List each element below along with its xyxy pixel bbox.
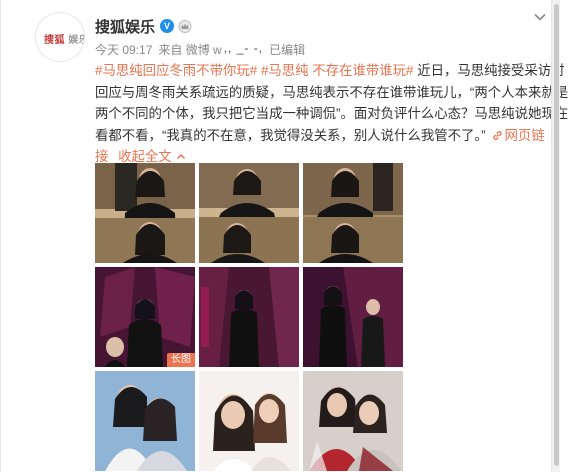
post-line: #马思纯回应冬雨不带你玩# #马思纯 不存在谁带谁玩# 近日，马思纯接受采访时 xyxy=(95,60,565,82)
edited-label: 已编辑 xyxy=(269,43,306,57)
photo-tile[interactable]: 长图 xyxy=(95,267,195,367)
crown-icon xyxy=(178,19,192,33)
hashtag-link[interactable]: #马思纯回应冬雨不带你玩# xyxy=(95,63,257,78)
interview-photo xyxy=(95,163,195,263)
link-icon xyxy=(492,130,502,140)
photo-tile[interactable] xyxy=(199,371,299,471)
photo-tile[interactable] xyxy=(199,163,299,263)
event-photo xyxy=(95,267,195,367)
scrollbar-thumb[interactable] xyxy=(554,4,559,466)
user-name-row: 搜狐娱乐 V xyxy=(95,16,192,36)
post-text-segment: 近日，马思纯接受采访时 xyxy=(413,63,565,78)
long-image-badge: 长图 xyxy=(167,353,195,367)
photo-tile[interactable] xyxy=(95,371,195,471)
post-meta: 今天 09:17 来自 微博 w ,, _- -, 已编辑 xyxy=(95,41,311,58)
event-photo xyxy=(199,267,299,367)
duo-photo xyxy=(199,371,299,471)
web-link[interactable]: 网页链 xyxy=(492,128,545,143)
chevron-down-icon[interactable] xyxy=(533,12,547,22)
post-line: 两个不同的个体，我只把它当成一种调侃”。面对负评什么心态？马思纯说她现在 xyxy=(95,103,568,125)
weibo-post-card: 搜狐 娱乐 搜狐娱乐 V 今天 09:17 来自 微博 w ,, _- -, 已… xyxy=(0,0,568,472)
avatar[interactable]: 搜狐 娱乐 xyxy=(35,12,85,62)
post-time[interactable]: 今天 09:17 xyxy=(95,41,152,58)
post-line: 看都不看，“我真的不在意，我觉得没关系，别人说什么我管不了。” 网页链 xyxy=(95,125,547,147)
post-text-segment: 看都不看，“我真的不在意，我觉得没关系，别人说什么我管不了。” xyxy=(95,127,486,143)
duo-photo xyxy=(303,371,403,471)
scrollbar[interactable] xyxy=(551,0,560,472)
post-source: 来自 微博 w xyxy=(158,43,222,57)
collapse-full-text-button[interactable]: 收起全文 xyxy=(118,149,186,164)
photo-tile[interactable] xyxy=(303,267,403,367)
user-name[interactable]: 搜狐娱乐 xyxy=(95,16,155,37)
image-grid: 长图 xyxy=(95,163,403,471)
post-source-obscured: ,, _- -, xyxy=(223,41,264,55)
hashtag-link[interactable]: #马思纯 不存在谁带谁玩# xyxy=(261,63,414,78)
avatar-logo: 搜狐 娱乐 xyxy=(44,35,84,46)
post-text-segment: 回应与周冬雨关系疏远的质疑，马思纯表示不存在谁带谁玩儿，“两个人本来就是 xyxy=(95,84,569,100)
post-text-segment: 两个不同的个体，我只把它当成一种调侃”。面对负评什么心态？马思纯说她现在 xyxy=(95,106,569,121)
chevron-up-icon xyxy=(176,154,185,159)
interview-photo xyxy=(303,163,403,263)
web-link-label: 网页链 xyxy=(504,127,545,143)
post-line: 回应与周冬雨关系疏远的质疑，马思纯表示不存在谁带谁玩儿，“两个人本来就是 xyxy=(95,82,568,104)
event-photo xyxy=(303,267,403,367)
photo-tile[interactable] xyxy=(303,371,403,471)
web-link-label-continued[interactable]: 接 xyxy=(95,149,108,164)
photo-tile[interactable] xyxy=(303,163,403,263)
verified-v-icon: V xyxy=(160,19,175,33)
collapse-label: 收起全文 xyxy=(118,149,172,164)
photo-tile[interactable] xyxy=(95,163,195,263)
photo-tile[interactable] xyxy=(199,267,299,367)
post-text: #马思纯回应冬雨不带你玩# #马思纯 不存在谁带谁玩# 近日，马思纯接受采访时 … xyxy=(95,60,568,168)
interview-photo xyxy=(199,163,299,263)
duo-photo xyxy=(95,371,195,471)
